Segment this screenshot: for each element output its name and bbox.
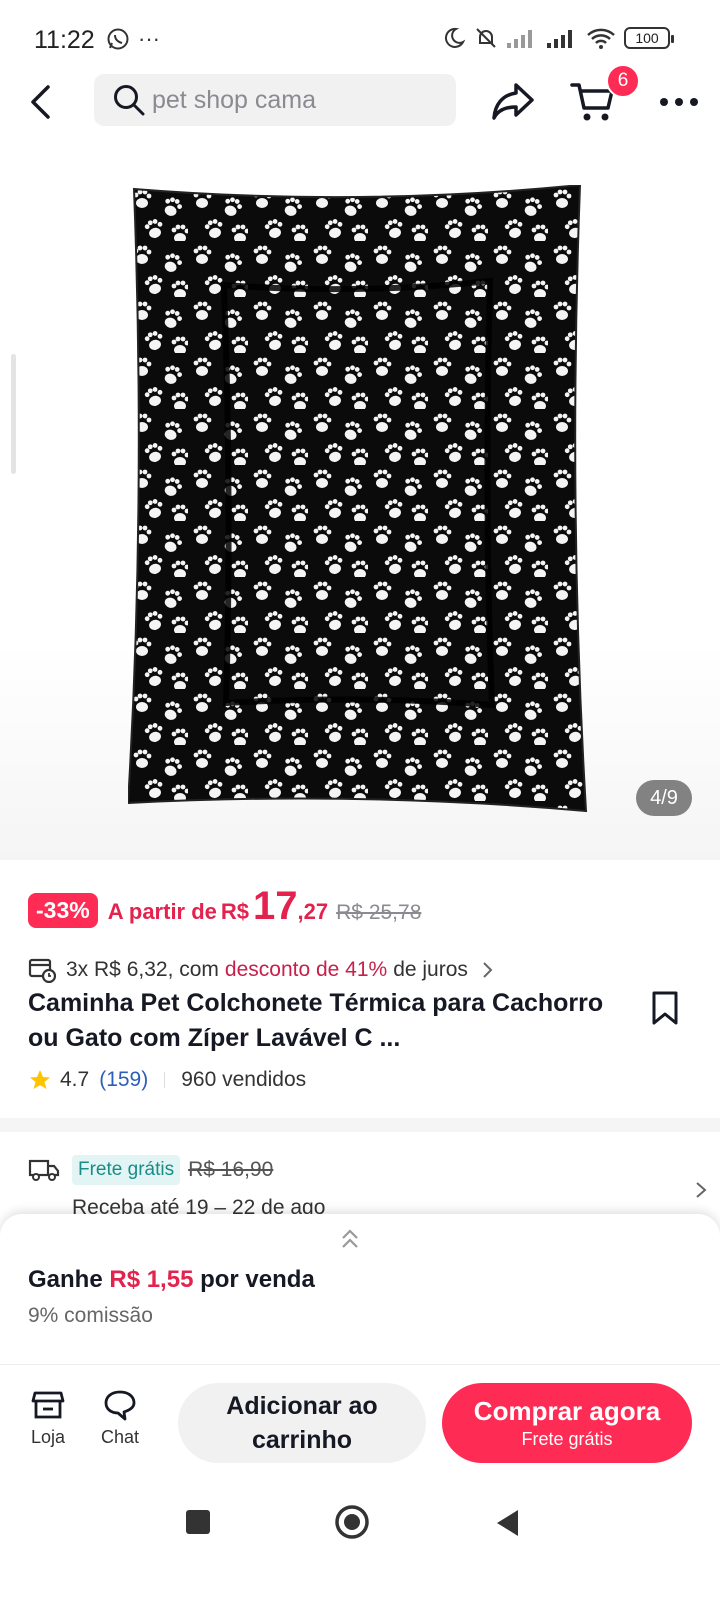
section-divider — [0, 1118, 720, 1132]
installments-text-end: de juros — [393, 958, 468, 981]
signal-icon-2 — [547, 30, 572, 48]
back-triangle-icon[interactable] — [494, 1508, 520, 1538]
installment-clock-icon — [28, 958, 56, 983]
shipping-chevron-icon[interactable] — [694, 1180, 708, 1200]
earn-line: Ganhe R$ 1,55 por venda — [28, 1266, 315, 1294]
chat-button[interactable]: Chat — [90, 1389, 150, 1448]
shipping-row[interactable]: Frete grátis R$ 16,90 — [28, 1150, 698, 1190]
price-currency: R$ — [220, 899, 250, 924]
earn-amount: R$ 1,55 — [109, 1266, 194, 1293]
buy-now-sublabel: Frete grátis — [521, 1429, 613, 1449]
scroll-indicator — [11, 354, 16, 474]
whatsapp-icon — [107, 28, 129, 50]
rating-value: 4.7 — [60, 1068, 90, 1091]
double-chevron-up-icon[interactable] — [338, 1226, 362, 1252]
search-placeholder: pet shop cama — [152, 85, 316, 114]
free-shipping-tag: Frete grátis — [72, 1155, 181, 1185]
share-arrow-icon — [492, 83, 534, 120]
original-price: R$ 25,78 — [336, 901, 422, 924]
top-nav-bar: pet shop cama 6 — [0, 64, 720, 134]
status-right-icons: 100 — [442, 26, 674, 50]
shop-label: Loja — [30, 1427, 66, 1447]
moon-icon — [444, 27, 466, 48]
rating-divider — [164, 1072, 166, 1088]
buy-now-button[interactable]: Comprar agora Frete grátis — [442, 1383, 692, 1463]
price-prefix: A partir de — [107, 899, 217, 924]
signal-icon-1 — [507, 30, 532, 48]
more-options-button[interactable] — [656, 82, 702, 122]
earn-prefix: Ganhe — [28, 1266, 103, 1293]
wifi-icon — [587, 28, 615, 49]
share-button[interactable] — [490, 80, 536, 124]
recent-apps-square-icon[interactable] — [184, 1508, 212, 1536]
cart-count-badge: 6 — [606, 64, 640, 98]
search-input[interactable]: pet shop cama — [94, 74, 456, 126]
system-navigation-bar — [0, 1474, 720, 1600]
rating-row[interactable]: 4.7 (159) 960 vendidos — [28, 1068, 306, 1092]
add-to-cart-button[interactable]: Adicionar ao carrinho — [178, 1383, 426, 1463]
status-time: 11:22 — [34, 26, 95, 54]
status-bar: 11:22 ··· 100 — [0, 0, 720, 70]
price-decimals: ,27 — [297, 899, 329, 924]
status-left-icons: ··· — [106, 26, 160, 52]
store-icon — [31, 1391, 65, 1419]
bookmark-icon — [652, 991, 678, 1025]
chat-bubble-icon — [104, 1390, 136, 1421]
product-image-pet-bed — [128, 185, 588, 813]
commission-rate: 9% comissão — [28, 1304, 153, 1327]
back-button[interactable] — [20, 80, 60, 124]
bookmark-button[interactable] — [650, 990, 680, 1026]
status-more-icon: ··· — [138, 26, 160, 51]
chat-label: Chat — [100, 1427, 140, 1447]
price-row: -33% A partir de R$ 17 ,27 R$ 25,78 — [28, 884, 698, 936]
chevron-right-icon — [483, 962, 493, 978]
installments-row[interactable]: 3x R$ 6,32, com desconto de 41% de juros — [28, 950, 698, 990]
battery-indicator: 100 — [624, 27, 674, 49]
installments-discount: desconto de 41% — [224, 958, 388, 981]
chevron-left-icon — [31, 85, 50, 119]
more-dots-icon — [660, 98, 698, 106]
bell-off-icon — [476, 28, 496, 48]
discount-badge: -33% — [28, 892, 98, 928]
search-icon — [114, 85, 145, 116]
shipping-old-price: R$ 16,90 — [188, 1158, 274, 1181]
earn-suffix: por venda — [200, 1266, 315, 1293]
star-icon — [30, 1070, 50, 1089]
review-count[interactable]: (159) — [99, 1068, 148, 1092]
shop-button[interactable]: Loja — [18, 1389, 78, 1448]
price-integer: 17 — [253, 884, 298, 928]
buy-now-label: Comprar agora — [473, 1396, 661, 1426]
installments-text-start: 3x R$ 6,32, com — [66, 958, 219, 981]
image-page-counter: 4/9 — [636, 780, 692, 816]
product-image-gallery[interactable]: 4/9 — [0, 140, 720, 860]
delivery-truck-icon — [28, 1159, 60, 1181]
home-circle-icon[interactable] — [334, 1504, 370, 1540]
sold-count: 960 vendidos — [181, 1068, 307, 1091]
commission-card[interactable]: Ganhe R$ 1,55 por venda 9% comissão — [0, 1214, 720, 1364]
bottom-action-bar: Loja Chat Adicionar ao carrinho Comprar … — [0, 1364, 720, 1474]
product-title: Caminha Pet Colchonete Térmica para Cach… — [28, 989, 604, 1052]
